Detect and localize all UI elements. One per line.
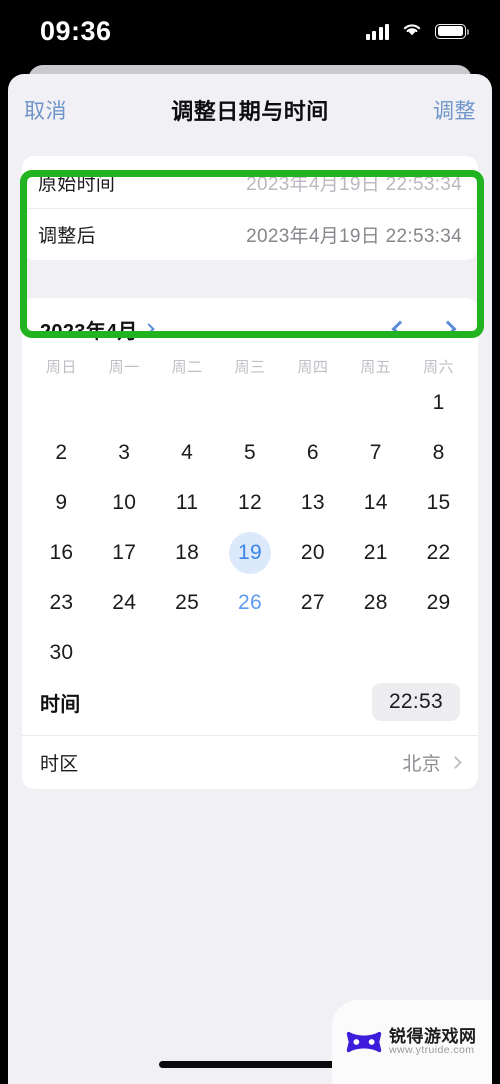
status-bar: 09:36 <box>0 0 500 62</box>
calendar-week-row: 9 10 11 12 13 14 15 <box>22 479 478 527</box>
sheet-navbar: 取消 调整日期与时间 调整 <box>8 74 492 146</box>
calendar-day-empty <box>219 379 282 427</box>
calendar-day-24[interactable]: 24 <box>93 579 156 627</box>
original-time-row: 原始时间 2023年4月19日 22:53:34 <box>22 156 478 208</box>
calendar-day-2[interactable]: 2 <box>30 429 93 477</box>
calendar-day-14[interactable]: 14 <box>344 479 407 527</box>
weekday-tue: 周二 <box>171 359 203 376</box>
calendar-day-23[interactable]: 23 <box>30 579 93 627</box>
calendar-day-empty <box>156 629 219 677</box>
calendar-day-28[interactable]: 28 <box>344 579 407 627</box>
calendar-nav <box>391 320 460 338</box>
weekday-fri: 周五 <box>360 359 392 376</box>
calendar-week-row: 1 <box>22 379 478 427</box>
calendar-week-row: 23 24 25 26 27 28 29 <box>22 579 478 627</box>
watermark-text: 锐得游戏网 www.ytruide.com <box>389 1026 477 1057</box>
timezone-value-group: 北京 <box>402 749 462 776</box>
calendar-day-8[interactable]: 8 <box>407 429 470 477</box>
original-time-label: 原始时间 <box>38 173 116 195</box>
calendar-day-13[interactable]: 13 <box>281 479 344 527</box>
site-watermark: 锐得游戏网 www.ytruide.com <box>332 1000 492 1084</box>
page-title: 调整日期与时间 <box>171 99 329 124</box>
calendar-grid: 1 2 3 4 5 6 7 8 9 10 11 12 13 14 15 16 17 18 19 20 21 22 23 24 2… <box>22 379 478 677</box>
calendar-day-20[interactable]: 20 <box>281 529 344 577</box>
timezone-row[interactable]: 时区 北京 <box>22 735 478 789</box>
calendar-day-6[interactable]: 6 <box>281 429 344 477</box>
calendar-day-10[interactable]: 10 <box>93 479 156 527</box>
adjusted-time-value: 2023年4月19日 22:53:34 <box>246 226 462 247</box>
calendar-day-19[interactable]: 19 <box>219 529 282 577</box>
time-row: 时间 22:53 <box>22 677 478 735</box>
calendar-day-empty <box>344 629 407 677</box>
next-month-button[interactable] <box>439 320 457 338</box>
calendar-day-empty <box>30 379 93 427</box>
wifi-icon <box>401 21 423 42</box>
calendar-day-3[interactable]: 3 <box>93 429 156 477</box>
calendar-day-empty <box>93 629 156 677</box>
weekday-sat: 周六 <box>423 359 455 376</box>
calendar-day-25[interactable]: 25 <box>156 579 219 627</box>
chevron-right-icon <box>143 323 155 335</box>
weekday-wed: 周三 <box>234 359 266 376</box>
calendar-day-empty <box>156 379 219 427</box>
timezone-value: 北京 <box>402 754 441 775</box>
calendar-day-21[interactable]: 21 <box>344 529 407 577</box>
timezone-label: 时区 <box>40 754 79 775</box>
calendar-day-empty <box>281 629 344 677</box>
calendar-day-9[interactable]: 9 <box>30 479 93 527</box>
watermark-url: www.ytruide.com <box>389 1044 475 1057</box>
time-label: 时间 <box>40 693 81 716</box>
calendar-day-18[interactable]: 18 <box>156 529 219 577</box>
watermark-name: 锐得游戏网 <box>389 1026 477 1046</box>
calendar-day-1[interactable]: 1 <box>407 379 470 427</box>
calendar-day-empty <box>344 379 407 427</box>
calendar-day-11[interactable]: 11 <box>156 479 219 527</box>
calendar-card: 2023年4月 周日 周一 周二 周三 周四 周五 周六 1 2 3 4 5 6 7 8 9 10… <box>22 298 478 789</box>
calendar-week-row: 16 17 18 19 20 21 22 <box>22 529 478 577</box>
calendar-week-row: 30 <box>22 629 478 677</box>
battery-icon <box>435 23 469 39</box>
gamepad-logo-icon <box>346 1031 382 1053</box>
calendar-day-30[interactable]: 30 <box>30 629 93 677</box>
weekday-thu: 周四 <box>297 359 329 376</box>
prev-month-button[interactable] <box>391 320 409 338</box>
calendar-day-12[interactable]: 12 <box>219 479 282 527</box>
status-bar-clock: 09:36 <box>40 15 112 46</box>
weekday-sun: 周日 <box>45 359 77 376</box>
calendar-day-5[interactable]: 5 <box>219 429 282 477</box>
calendar-header: 2023年4月 <box>22 312 478 346</box>
adjust-datetime-sheet: 取消 调整日期与时间 调整 原始时间 2023年4月19日 22:53:34 调… <box>8 74 492 1084</box>
chevron-left-icon <box>391 320 409 338</box>
calendar-day-empty <box>281 379 344 427</box>
adjusted-time-label: 调整后 <box>38 226 96 247</box>
month-selector[interactable]: 2023年4月 <box>40 315 155 344</box>
time-info-card: 原始时间 2023年4月19日 22:53:34 调整后 2023年4月19日 … <box>22 156 478 260</box>
original-time-value: 2023年4月19日 22:53:34 <box>246 173 462 195</box>
calendar-day-16[interactable]: 16 <box>30 529 93 577</box>
time-value-button[interactable]: 22:53 <box>371 683 460 721</box>
adjusted-time-row: 调整后 2023年4月19日 22:53:34 <box>22 208 478 260</box>
weekday-header-row: 周日 周一 周二 周三 周四 周五 周六 <box>22 356 478 377</box>
chevron-right-icon <box>439 320 457 338</box>
calendar-day-17[interactable]: 17 <box>93 529 156 577</box>
home-indicator <box>159 1061 341 1068</box>
month-label: 2023年4月 <box>40 320 138 343</box>
selected-day-badge: 19 <box>228 532 271 574</box>
calendar-day-7[interactable]: 7 <box>344 429 407 477</box>
calendar-day-15[interactable]: 15 <box>407 479 470 527</box>
chevron-right-icon <box>449 756 462 769</box>
calendar-day-4[interactable]: 4 <box>156 429 219 477</box>
calendar-day-empty <box>219 629 282 677</box>
status-bar-indicators <box>365 21 469 42</box>
phone-screen: 09:36 取消 调整日期与时间 调整 原始时间 2023年4月19日 22:5… <box>0 0 500 1084</box>
calendar-day-22[interactable]: 22 <box>407 529 470 577</box>
signal-bars-icon <box>365 23 389 40</box>
calendar-day-27[interactable]: 27 <box>281 579 344 627</box>
calendar-day-empty <box>407 629 470 677</box>
calendar-day-empty <box>93 379 156 427</box>
calendar-day-26[interactable]: 26 <box>219 579 282 627</box>
calendar-week-row: 2345678 <box>22 429 478 477</box>
weekday-mon: 周一 <box>108 359 140 376</box>
calendar-day-29[interactable]: 29 <box>407 579 470 627</box>
